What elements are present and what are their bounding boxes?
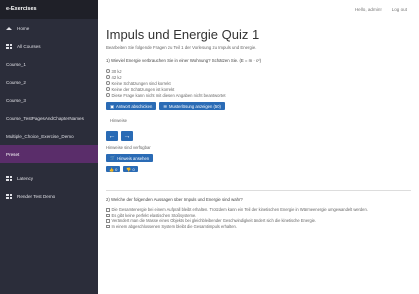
- sidebar-item-course-3[interactable]: Course_3: [0, 91, 98, 109]
- vote-row: 👍 0 👎 0: [106, 166, 411, 172]
- answer-label: 42 kJ: [111, 74, 122, 80]
- home-icon: [6, 26, 12, 31]
- question-separator: [106, 190, 411, 191]
- next-hint-button[interactable]: →: [121, 131, 133, 141]
- sidebar-item-label: Course_1: [6, 61, 26, 67]
- thumbs-up-button[interactable]: 👍 0: [106, 166, 121, 172]
- sidebar-item-course-2[interactable]: Course_2: [0, 73, 98, 91]
- brand-title[interactable]: e-Exercises: [0, 0, 98, 19]
- show-solution-button[interactable]: ☰ Musterlösung anzeigen (50): [159, 102, 225, 110]
- question-2-options: Die Gesamtenergie bei einem Aufprall ble…: [106, 207, 411, 229]
- grid-icon: [6, 193, 12, 199]
- list-icon: ☰: [163, 103, 168, 109]
- hint-actions: 🛒 Hinweis ansehen: [106, 154, 411, 162]
- sidebar-item-label: Render Test Demo: [17, 193, 56, 199]
- previous-hint-button[interactable]: ←: [106, 131, 118, 141]
- cart-icon: 🛒: [110, 155, 116, 160]
- question-1-actions: ▣ Antwort abschicken ☰ Musterlösung anze…: [106, 102, 411, 110]
- hints-label: Hinweise: [110, 118, 127, 123]
- sidebar-item-home[interactable]: Home: [0, 19, 98, 37]
- arrow-left-icon: ←: [108, 132, 116, 140]
- user-greeting[interactable]: Hello, admin!: [355, 7, 382, 12]
- answer-option[interactable]: Diese Frage kann nicht mit diesen Angabe…: [106, 92, 411, 98]
- answer-label: 30 kJ: [111, 68, 122, 74]
- question-1-options: 30 kJ 42 kJ Keine Schätzungen sind korre…: [106, 68, 411, 98]
- vote-up-count: 0: [115, 166, 118, 172]
- show-hint-button[interactable]: 🛒 Hinweis ansehen: [106, 154, 154, 162]
- save-icon: ▣: [110, 103, 114, 109]
- logout-link[interactable]: Log out: [392, 7, 407, 12]
- sidebar-item-label: Course_2: [6, 79, 26, 85]
- page-title: Impuls und Energie Quiz 1: [106, 27, 260, 42]
- radio-button[interactable]: [106, 69, 110, 73]
- checkbox[interactable]: [106, 224, 110, 228]
- checkbox[interactable]: [106, 219, 110, 223]
- show-solution-label: Musterlösung anzeigen (50): [169, 103, 221, 109]
- answer-label: Keine Schätzungen sind korrekt: [111, 80, 171, 86]
- sidebar-item-course-1[interactable]: Course_1: [0, 55, 98, 73]
- submit-answer-button[interactable]: ▣ Antwort abschicken: [106, 102, 157, 110]
- radio-button[interactable]: [106, 75, 110, 79]
- show-hint-label: Hinweis ansehen: [117, 155, 150, 161]
- sidebar: e-Exercises Home All Courses Course_1 Co…: [0, 0, 98, 294]
- hint-availability-text: Hinweise sind verfügbar: [106, 145, 151, 150]
- answer-label: Diese Frage kann nicht mit diesen Angabe…: [111, 92, 226, 98]
- thumbs-up-icon: 👍: [109, 166, 114, 172]
- grid-icon: [6, 175, 12, 181]
- answer-label: In einem abgeschlossenen System bleibt d…: [111, 223, 237, 229]
- thumbs-down-button[interactable]: 👎 0: [123, 166, 138, 172]
- checkbox[interactable]: [106, 208, 110, 212]
- radio-button[interactable]: [106, 87, 110, 91]
- sidebar-item-multiple-choice[interactable]: Multiple_Choice_Exercise_Demo: [0, 127, 98, 145]
- main-content: Impuls und Energie Quiz 1 Bearbeiten Sie…: [98, 19, 419, 294]
- sidebar-item-preset[interactable]: Preset: [0, 145, 98, 163]
- vote-down-count: 0: [132, 166, 135, 172]
- hint-navigation: ← →: [106, 131, 411, 141]
- sidebar-item-label: Latency: [17, 175, 34, 181]
- sidebar-item-latency[interactable]: Latency: [0, 169, 98, 187]
- answer-label: Keine der Schätzungen ist korrekt: [111, 86, 175, 92]
- question-2-text: 2) Welche der folgenden Aussagen über Im…: [106, 197, 243, 202]
- radio-button[interactable]: [106, 93, 110, 97]
- grid-icon: [6, 43, 12, 49]
- page-subtitle: Bearbeiten Sie folgende Fragen zu Teil 1…: [106, 45, 257, 50]
- sidebar-item-course-test-pages[interactable]: Course_TestPagesAndChapterNames: [0, 109, 98, 127]
- radio-button[interactable]: [106, 81, 110, 85]
- topbar: Hello, admin! Log out: [98, 0, 419, 19]
- arrow-right-icon: →: [123, 132, 131, 140]
- checkbox[interactable]: [106, 213, 110, 217]
- thumbs-down-icon: 👎: [126, 166, 132, 172]
- question-1-text: 1) Wieviel Energie verbrauchen Sie in ei…: [106, 58, 262, 63]
- sidebar-item-label: Course_TestPagesAndChapterNames: [6, 115, 84, 121]
- submit-answer-label: Antwort abschicken: [115, 103, 153, 109]
- answer-option[interactable]: In einem abgeschlossenen System bleibt d…: [106, 224, 411, 230]
- sidebar-item-label: Home: [17, 25, 30, 31]
- sidebar-item-all-courses[interactable]: All Courses: [0, 37, 98, 55]
- sidebar-item-label: Multiple_Choice_Exercise_Demo: [6, 133, 74, 139]
- sidebar-item-label: Course_3: [6, 97, 26, 103]
- sidebar-item-render-test[interactable]: Render Test Demo: [0, 187, 98, 205]
- sidebar-item-label: Preset: [6, 151, 20, 157]
- sidebar-item-label: All Courses: [17, 43, 41, 49]
